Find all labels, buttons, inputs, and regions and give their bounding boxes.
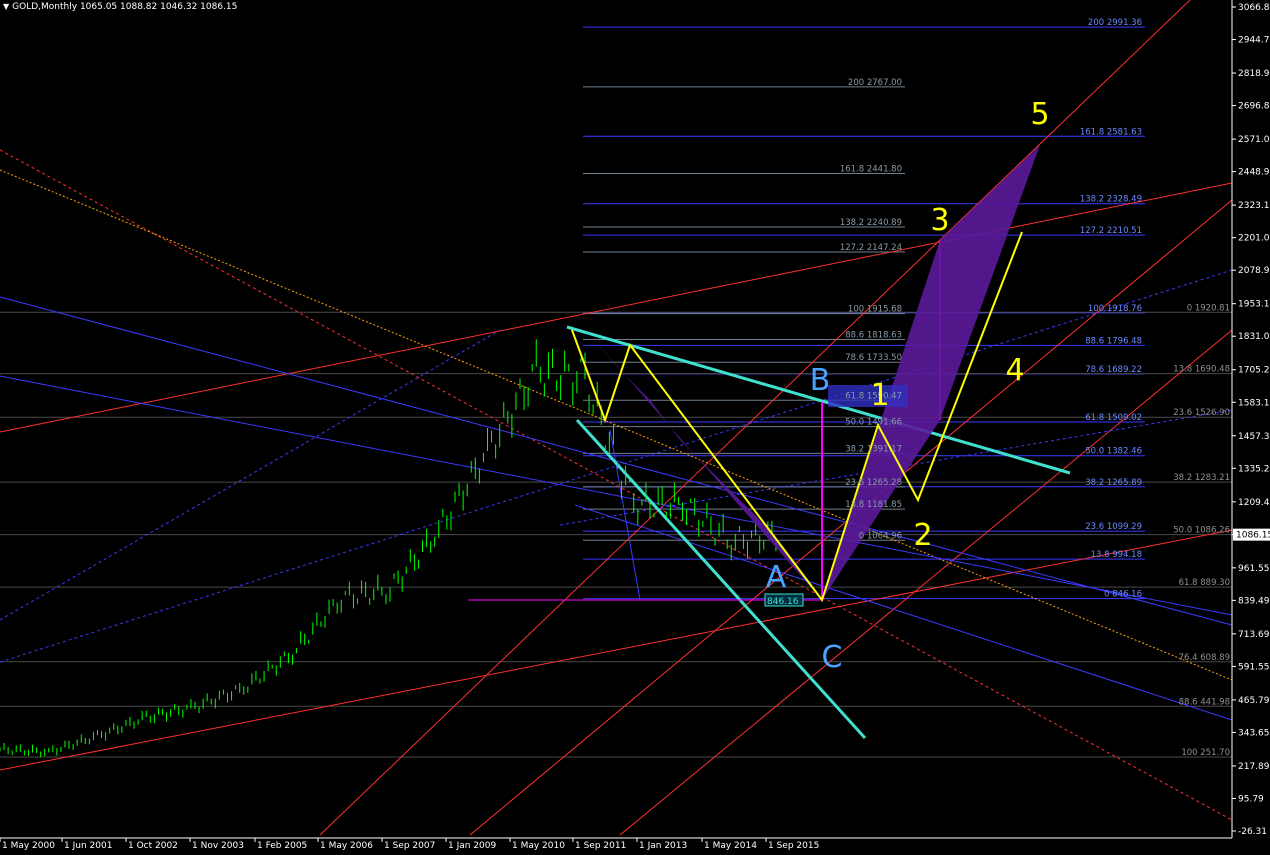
- price-tick-label: 1831.02: [1238, 332, 1270, 342]
- fib-label-mid: 88.6 1818.63: [845, 331, 902, 341]
- price-tick-label: 217.89: [1238, 762, 1270, 772]
- price-tag-label: 846.16: [767, 597, 799, 607]
- price-tick-label: 1705.25: [1238, 366, 1270, 376]
- chart-area[interactable]: 200 2991.36 161.8 2581.63 138.2 2328.49 127…: [0, 0, 1270, 851]
- fib-label-right: 38.2 1265.89: [1085, 478, 1142, 488]
- price-tick-label: 2078.92: [1238, 266, 1270, 276]
- price-tick-label: 465.79: [1238, 696, 1270, 706]
- fib-label-right: 88.6 1796.48: [1085, 336, 1142, 346]
- retrace-label: 0 1920.81: [1187, 303, 1230, 313]
- fib-label-mid: 100 1915.68: [848, 305, 902, 315]
- price-tick-label: 1335.21: [1238, 464, 1270, 474]
- time-tick-label: 1 Sep 2007: [384, 841, 435, 851]
- time-tick-label: 1 Sep 2011: [575, 841, 626, 851]
- wave-label-3: 3: [930, 203, 949, 238]
- time-tick-label: 1 Oct 2002: [128, 841, 178, 851]
- fib-label-mid: 138.2 2240.89: [840, 218, 902, 228]
- wave-label-1: 1: [870, 378, 889, 413]
- symbol-label: GOLD,Monthly: [12, 2, 78, 12]
- fib-label-right: 0 846.16: [1104, 590, 1142, 600]
- chart-header: ▼ GOLD,Monthly 1065.05 1088.82 1046.32 10…: [3, 2, 237, 12]
- fib-label-mid: 38.2 1391.17: [845, 444, 902, 454]
- fib-label-mid: 23.6 1265.28: [845, 478, 902, 488]
- price-tick-label: 591.55: [1238, 662, 1270, 672]
- wave-label-C: C: [822, 640, 843, 675]
- retrace-label: 38.2 1283.21: [1173, 473, 1230, 483]
- fib-label-right: 138.2 2328.49: [1080, 195, 1142, 205]
- triangle-down-icon[interactable]: ▼: [3, 2, 9, 11]
- time-tick-label: 1 Jun 2001: [64, 841, 112, 851]
- price-tick-label: 713.69: [1238, 630, 1270, 640]
- fib-label-mid: 127.2 2147.24: [840, 243, 902, 253]
- fib-label-right: 200 2991.36: [1088, 18, 1142, 28]
- time-tick-label: 1 May 2014: [704, 841, 757, 851]
- time-tick-label: 1 Feb 2005: [257, 841, 307, 851]
- fib-label-mid: 78.6 1733.50: [845, 353, 902, 363]
- pattern-overlay: [571, 145, 1040, 603]
- wave-label-2: 2: [913, 518, 932, 553]
- fib-label-right: 50.0 1382.46: [1085, 447, 1142, 457]
- price-tick-label: 1953.15: [1238, 300, 1270, 310]
- price-tick-label: 2818.99: [1238, 69, 1270, 79]
- channel-lower-line: [0, 529, 1232, 771]
- price-tick-label: 2448.96: [1238, 168, 1270, 178]
- fib-label-right: 161.8 2581.63: [1080, 127, 1142, 137]
- fan-line-dotted: [0, 149, 1232, 821]
- price-tick-label: 1457.35: [1238, 432, 1270, 442]
- time-tick-label: 1 Jan 2009: [448, 841, 496, 851]
- retrace-label: 23.6 1526.90: [1173, 408, 1230, 418]
- fib-label-mid: 200 2767.00: [848, 78, 902, 88]
- retrace-label: 61.8 889.30: [1179, 578, 1230, 588]
- price-axis: 3066.89 2944.75 2818.99 2696.86 2571.09 2448.…: [0, 0, 1270, 839]
- price-tick-label: 961.55: [1238, 564, 1270, 574]
- price-tick-label: 839.49: [1238, 596, 1270, 606]
- time-tick-label: 1 May 2000: [2, 841, 55, 851]
- time-tick-label: 1 May 2010: [512, 841, 565, 851]
- retrace-label: 13.8 1690.48: [1173, 365, 1230, 375]
- price-tick-label: -26.31: [1238, 827, 1267, 837]
- chart-canvas[interactable]: 200 2991.36161.8 2581.63138.2 2328.49127…: [0, 0, 1270, 851]
- time-axis: 1 May 2000 1 Jun 2001 1 Oct 2002 1 Nov 2003…: [0, 838, 819, 851]
- fib-label-right: 23.6 1099.29: [1085, 522, 1142, 532]
- price-tick-label: 2944.75: [1238, 36, 1270, 46]
- time-tick-label: 1 Nov 2003: [192, 841, 244, 851]
- ohlc-label: 1065.05 1088.82 1046.32 1086.15: [79, 2, 238, 12]
- channel-upper-line: [0, 182, 1232, 433]
- price-tick-label: 95.79: [1238, 794, 1264, 804]
- price-tick-label: 2696.86: [1238, 102, 1270, 112]
- fib-label-right: 61.8 1509.02: [1085, 413, 1142, 423]
- wave-label-4: 4: [1005, 353, 1024, 388]
- fib-label-mid: 13.8 1181.85: [845, 500, 902, 510]
- wave-label-A: A: [766, 560, 787, 595]
- fib-label-mid: 0 1064.96: [859, 531, 902, 541]
- wave-label-B: B: [810, 363, 831, 398]
- retrace-label: 50.0 1086.26: [1173, 526, 1230, 536]
- retrace-label: 100 251.70: [1181, 748, 1230, 758]
- price-tick-label: 3066.89: [1238, 3, 1270, 13]
- price-tick-label: 2323.19: [1238, 201, 1270, 211]
- time-tick-label: 1 Jan 2013: [639, 841, 687, 851]
- time-tick-label: 1 May 2006: [320, 841, 373, 851]
- price-tick-label: 2201.05: [1238, 234, 1270, 244]
- current-price-label: 1086.15: [1236, 531, 1270, 541]
- fib-label-right: 100 1918.76: [1088, 304, 1142, 314]
- retrace-label: 76.4 608.89: [1179, 653, 1230, 663]
- fib-label-mid: 50.0 1491.66: [845, 418, 902, 428]
- fib-label-right: 13.8 994.18: [1091, 550, 1142, 560]
- time-tick-label: 1 Sep 2015: [768, 841, 819, 851]
- fib-label-mid: 161.8 2441.80: [840, 165, 902, 175]
- price-tick-label: 2571.09: [1238, 135, 1270, 145]
- price-tick-label: 343.65: [1238, 728, 1270, 738]
- blue-trend-line: [0, 375, 1232, 616]
- price-tick-label: 1209.45: [1238, 498, 1270, 508]
- price-tick-label: 1583.12: [1238, 398, 1270, 408]
- fib-label-right: 127.2 2210.51: [1080, 226, 1142, 236]
- fib-label-right: 78.6 1689.22: [1085, 365, 1142, 375]
- wave-label-5: 5: [1030, 97, 1049, 132]
- retrace-label: 88.6 441.98: [1179, 697, 1230, 707]
